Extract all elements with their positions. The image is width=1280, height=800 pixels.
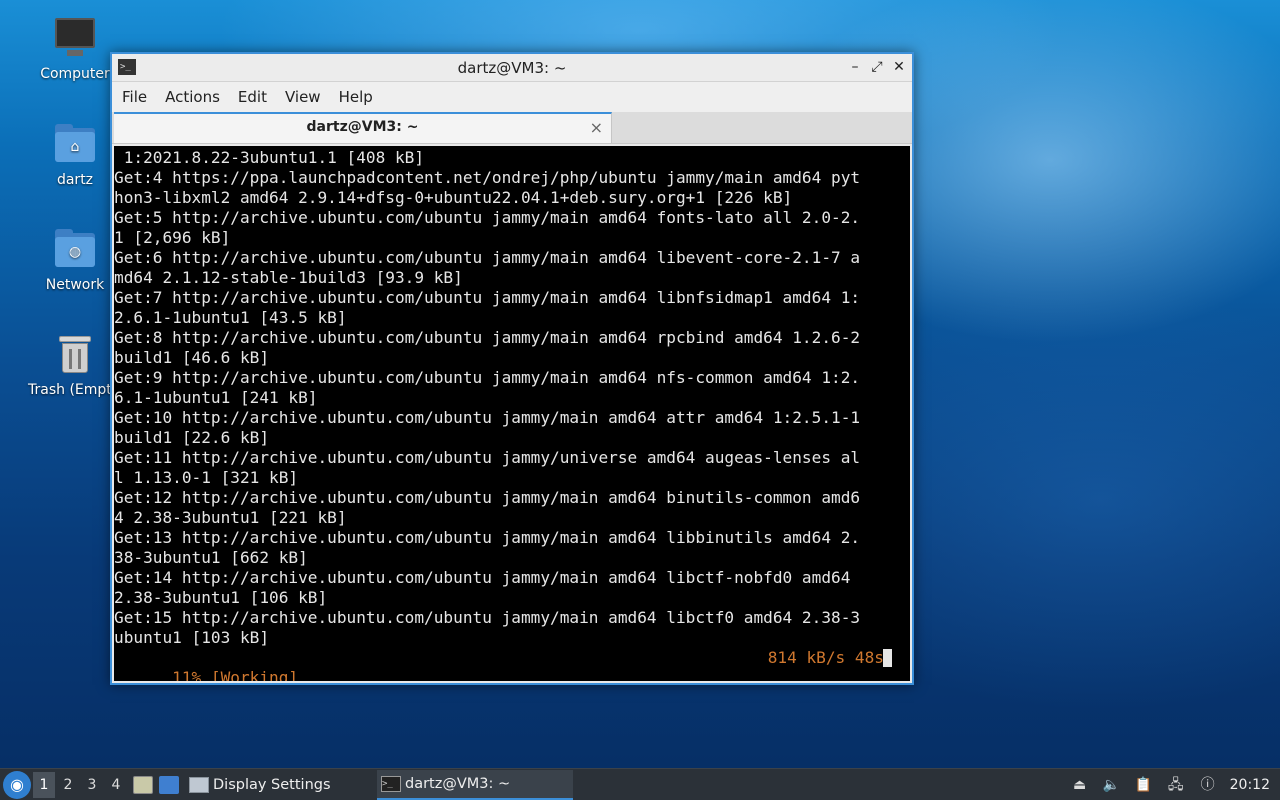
task-label: Display Settings [213,776,331,793]
terminal-line: Get:15 http://archive.ubuntu.com/ubuntu … [114,608,861,627]
start-menu-button[interactable]: ◉ [3,770,31,799]
menu-view[interactable]: View [285,88,321,106]
menu-actions[interactable]: Actions [165,88,220,106]
status-progress: 11% [Working] [172,668,299,681]
terminal-line: 6.1-1ubuntu1 [241 kB] [114,388,318,407]
taskbar-item-terminal[interactable]: >_ dartz@VM3: ~ [377,769,573,800]
terminal-line: Get:9 http://archive.ubuntu.com/ubuntu j… [114,368,861,387]
terminal-line: hon3-libxml2 amd64 2.9.14+dfsg-0+ubuntu2… [114,188,793,207]
terminal-line: 4 2.38-3ubuntu1 [221 kB] [114,508,347,527]
network-icon[interactable]: 🖧 [1166,776,1186,794]
menu-edit[interactable]: Edit [238,88,267,106]
close-window-button[interactable]: ✕ [890,58,908,76]
workspace-4[interactable]: 4 [105,772,127,798]
tab-label: dartz@VM3: ~ [306,119,419,135]
window-title: dartz@VM3: ~ [457,59,567,77]
tab-bar: dartz@VM3: ~ × [112,112,912,144]
terminal-line: Get:6 http://archive.ubuntu.com/ubuntu j… [114,248,861,267]
terminal-line: l 1.13.0-1 [321 kB] [114,468,299,487]
system-tray: ⏏ 🔈 📋 🖧 ⓘ 20:12 [1070,776,1280,794]
terminal-line: 38-3ubuntu1 [662 kB] [114,548,308,567]
taskbar-item-display-settings[interactable]: Display Settings [185,770,375,800]
terminal-line: Get:10 http://archive.ubuntu.com/ubuntu … [114,408,861,427]
clock[interactable]: 20:12 [1230,777,1270,793]
file-manager-launcher-icon[interactable] [133,775,153,794]
terminal-line: Get:11 http://archive.ubuntu.com/ubuntu … [114,448,861,467]
eject-icon[interactable]: ⏏ [1070,776,1090,794]
window-titlebar[interactable]: >_ dartz@VM3: ~ – ⤢ ✕ [112,54,912,82]
terminal-cursor [883,649,892,667]
task-label: dartz@VM3: ~ [405,775,511,792]
minimize-button[interactable]: – [846,58,864,76]
tab-terminal[interactable]: dartz@VM3: ~ × [114,112,612,143]
terminal-line: Get:4 https://ppa.launchpadcontent.net/o… [114,168,861,187]
menu-help[interactable]: Help [339,88,373,106]
volume-icon[interactable]: 🔈 [1102,776,1122,794]
home-folder-icon: ⌂ [53,122,97,166]
show-desktop-icon[interactable] [159,775,179,794]
desktop-icon-trash[interactable]: Trash (Empty) [25,332,111,398]
status-line: 11% [Working] 814 kB/s 48s [114,648,910,681]
workspace-1[interactable]: 1 [33,771,55,798]
computer-icon [53,16,97,60]
network-folder-icon: ◍ [53,227,97,271]
terminal-line: 1 [2,696 kB] [114,228,231,247]
tab-close-icon[interactable]: × [590,118,603,137]
menu-file[interactable]: File [122,88,147,106]
terminal-line: Get:5 http://archive.ubuntu.com/ubuntu j… [114,208,861,227]
terminal-line: Get:12 http://archive.ubuntu.com/ubuntu … [114,488,861,507]
status-speed: 814 kB/s 48s [767,648,884,667]
terminal-line: Get:14 http://archive.ubuntu.com/ubuntu … [114,568,851,587]
workspace-3[interactable]: 3 [81,772,103,798]
terminal-output[interactable]: 1:2021.8.22-3ubuntu1.1 [408 kB] Get:4 htt… [114,146,910,681]
terminal-line: 2.6.1-1ubuntu1 [43.5 kB] [114,308,347,327]
terminal-line: 1:2021.8.22-3ubuntu1.1 [408 kB] [114,148,425,167]
terminal-icon: >_ [381,775,401,792]
terminal-line: build1 [46.6 kB] [114,348,270,367]
workspace-2[interactable]: 2 [57,772,79,798]
terminal-line: build1 [22.6 kB] [114,428,270,447]
terminal-line: md64 2.1.12-stable-1build3 [93.9 kB] [114,268,463,287]
terminal-line: 2.38-3ubuntu1 [106 kB] [114,588,328,607]
menubar: File Actions Edit View Help [112,82,912,112]
terminal-line: Get:7 http://archive.ubuntu.com/ubuntu j… [114,288,861,307]
terminal-line: ubuntu1 [103 kB] [114,628,270,647]
taskbar: ◉ 1 2 3 4 Display Settings >_ dartz@VM3:… [0,768,1280,800]
clipboard-icon[interactable]: 📋 [1134,776,1154,794]
terminal-line: Get:13 http://archive.ubuntu.com/ubuntu … [114,528,861,547]
terminal-window: >_ dartz@VM3: ~ – ⤢ ✕ File Actions Edit … [110,52,914,685]
desktop-icon-label: Trash (Empty) [28,382,111,398]
display-settings-icon [189,776,209,793]
terminal-line: Get:8 http://archive.ubuntu.com/ubuntu j… [114,328,861,347]
updates-icon[interactable]: ⓘ [1198,776,1218,794]
maximize-button[interactable]: ⤢ [868,58,886,76]
trash-icon [53,332,97,376]
